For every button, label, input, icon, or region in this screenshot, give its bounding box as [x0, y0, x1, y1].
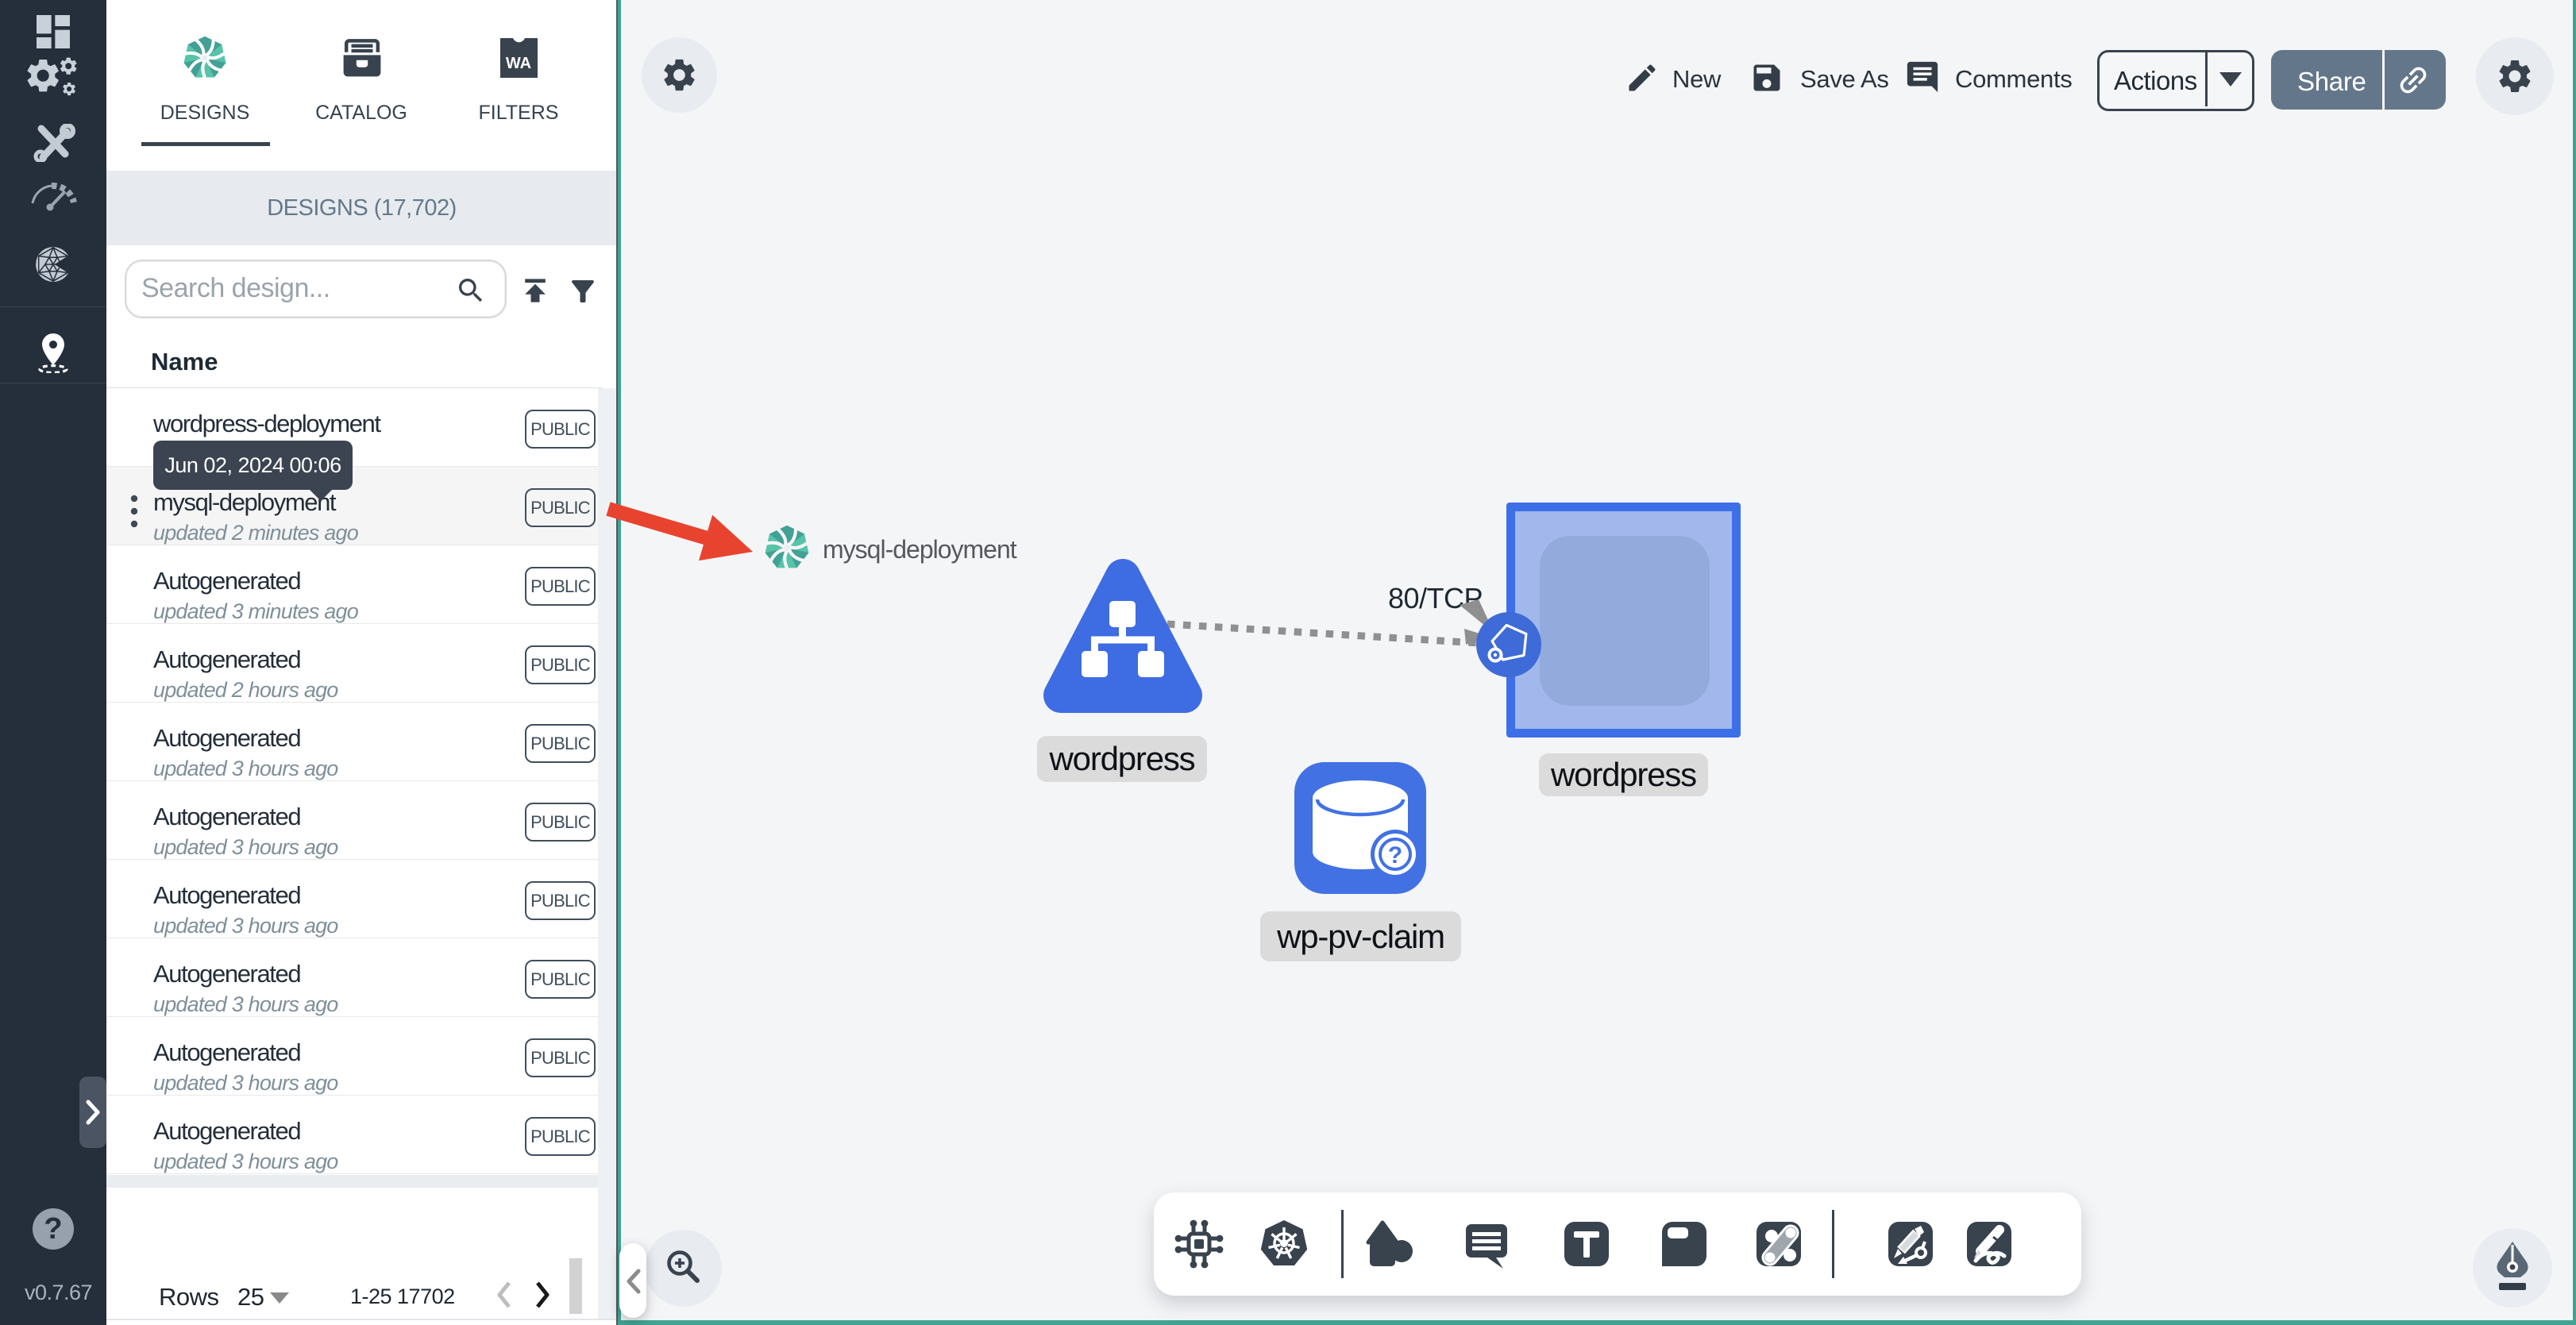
svg-text:?: ?	[1388, 842, 1402, 869]
svg-text:WA: WA	[506, 55, 531, 72]
